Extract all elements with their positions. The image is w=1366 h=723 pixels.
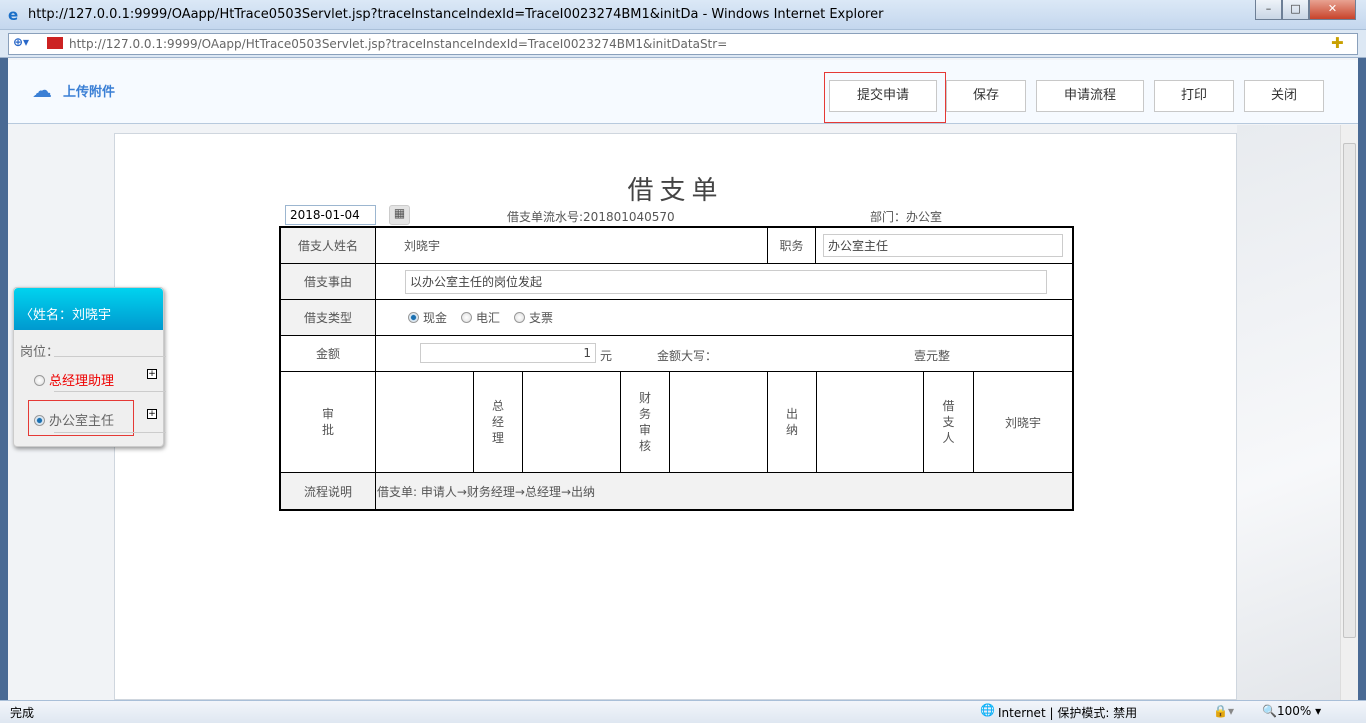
- post-selector-panel: 〈姓名：刘晓宇 岗位： 总经理助理 + 办公室主任 +: [13, 287, 164, 447]
- addon-icon[interactable]: ✚: [1331, 34, 1344, 52]
- url-field[interactable]: ⊕▾ http://127.0.0.1:9999/OAapp/HtTrace05…: [8, 33, 1358, 55]
- amount-input[interactable]: 1: [420, 343, 596, 363]
- divider: [54, 356, 166, 357]
- finance-label: 财 务 审 核: [621, 372, 670, 473]
- zoom-icon: 🔍: [1262, 704, 1277, 718]
- zone-text: Internet | 保护模式: 禁用: [998, 704, 1137, 721]
- zoom-control[interactable]: 🔍100% ▾: [1262, 704, 1321, 718]
- post-label: 岗位：: [20, 341, 59, 360]
- scroll-thumb[interactable]: [1343, 143, 1356, 638]
- amount-unit: 元: [600, 347, 612, 364]
- form-title: 借支单: [114, 170, 1237, 207]
- flow-button[interactable]: 申请流程: [1036, 80, 1144, 112]
- post-option-gm-assistant[interactable]: 总经理助理: [34, 370, 114, 389]
- radio-icon[interactable]: [461, 312, 472, 323]
- reason-label: 借支事由: [281, 264, 376, 300]
- gm-value: [523, 372, 621, 473]
- divider: [54, 391, 166, 392]
- date-input[interactable]: 2018-01-04: [285, 205, 376, 225]
- submit-button[interactable]: 提交申请: [829, 80, 937, 112]
- cashier-value: [817, 372, 924, 473]
- maximize-button[interactable]: □: [1282, 0, 1309, 20]
- type-radio-check[interactable]: 支票: [514, 309, 553, 326]
- vertical-scrollbar[interactable]: [1340, 125, 1358, 700]
- name-value: 刘晓宇: [376, 228, 768, 264]
- flow-description: 借支单: 申请人→财务经理→总经理→出纳: [376, 473, 1072, 509]
- department: 部门：办公室: [870, 208, 942, 225]
- minimize-button[interactable]: –: [1255, 0, 1282, 20]
- loan-form-table: 借支人姓名 刘晓宇 职务 办公室主任 借支事由 以办公室主任的岗位发起 借支类型…: [279, 226, 1074, 511]
- globe-icon: 🌐: [980, 703, 995, 717]
- status-text: 完成: [10, 704, 34, 721]
- print-button[interactable]: 打印: [1154, 80, 1234, 112]
- borrower-label: 借 支 人: [924, 372, 974, 473]
- amount-label: 金额: [281, 336, 376, 372]
- security-icon[interactable]: 🔒▾: [1213, 704, 1234, 718]
- post-input[interactable]: 办公室主任: [823, 234, 1063, 257]
- radio-checked-icon[interactable]: [408, 312, 419, 323]
- window-title: http://127.0.0.1:9999/OAapp/HtTrace0503S…: [28, 7, 883, 22]
- reason-input[interactable]: 以办公室主任的岗位发起: [405, 270, 1047, 294]
- amount-upper-value: 壹元整: [914, 347, 950, 364]
- gm-label: 总 经 理: [474, 372, 523, 473]
- post-label: 职务: [768, 228, 816, 264]
- title-bar: e http://127.0.0.1:9999/OAapp/HtTrace050…: [0, 0, 1366, 30]
- shield-icon: ⊕▾: [13, 35, 29, 49]
- expand-plus-icon[interactable]: +: [147, 409, 157, 419]
- upload-attachment-link[interactable]: 上传附件: [63, 81, 115, 100]
- selection-highlight: [28, 400, 134, 436]
- type-label: 借支类型: [281, 300, 376, 336]
- type-radio-wire[interactable]: 电汇: [461, 309, 500, 326]
- background-image: [1237, 125, 1340, 700]
- divider: [54, 432, 166, 433]
- serial-number: 借支单流水号:201801040570: [507, 208, 675, 225]
- close-button[interactable]: 关闭: [1244, 80, 1324, 112]
- radio-icon[interactable]: [514, 312, 525, 323]
- type-radio-group: 现金 电汇 支票: [376, 300, 1072, 336]
- panel-header[interactable]: 〈姓名：刘晓宇: [14, 288, 163, 330]
- name-label: 借支人姓名: [281, 228, 376, 264]
- upload-cloud-icon[interactable]: ☁: [32, 78, 52, 102]
- radio-icon[interactable]: [34, 375, 45, 386]
- approve-label: 审 批: [281, 372, 376, 473]
- save-button[interactable]: 保存: [946, 80, 1026, 112]
- back-chevron-icon[interactable]: 〈: [20, 308, 33, 323]
- flow-label: 流程说明: [281, 473, 376, 509]
- amount-upper-label: 金额大写：: [657, 347, 717, 364]
- finance-value: [670, 372, 768, 473]
- calendar-icon[interactable]: ▦: [389, 205, 410, 225]
- expand-plus-icon[interactable]: +: [147, 369, 157, 379]
- url-text: http://127.0.0.1:9999/OAapp/HtTrace0503S…: [69, 37, 727, 51]
- page-icon: [47, 37, 63, 49]
- borrower-value: 刘晓宇: [974, 372, 1072, 473]
- approve-value: [376, 372, 474, 473]
- close-window-button[interactable]: ✕: [1309, 0, 1356, 20]
- type-radio-cash[interactable]: 现金: [408, 309, 447, 326]
- status-bar: 完成 🌐 Internet | 保护模式: 禁用 🔒▾ 🔍100% ▾: [0, 700, 1366, 723]
- cashier-label: 出 纳: [768, 372, 817, 473]
- ie-logo-icon: e: [8, 6, 18, 24]
